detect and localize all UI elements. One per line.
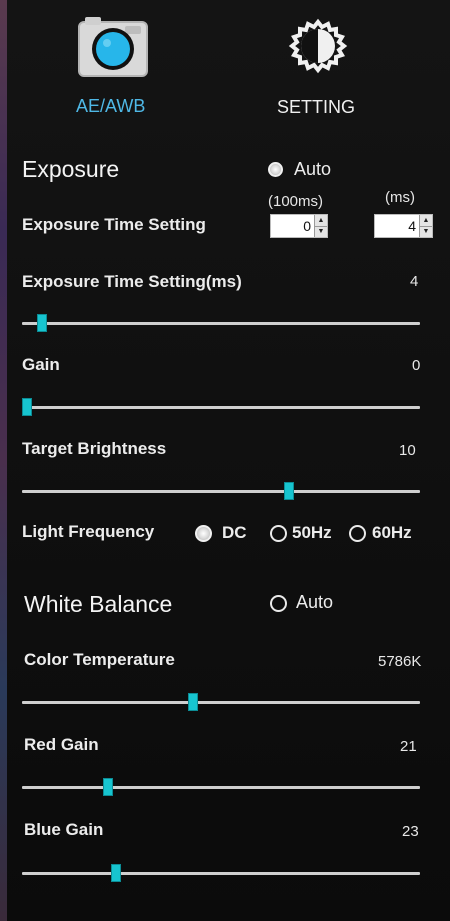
slider-thumb[interactable] <box>110 864 121 882</box>
light-frequency-dc-label[interactable]: DC <box>222 523 247 543</box>
white-balance-auto-radio[interactable] <box>270 595 287 612</box>
background-edge <box>0 0 7 921</box>
spin-down-icon[interactable]: ▼ <box>420 227 432 238</box>
exposure-time-ms-slider[interactable] <box>22 314 420 332</box>
light-frequency-dc-radio[interactable] <box>195 525 212 542</box>
slider-thumb[interactable] <box>22 398 32 416</box>
tab-ae-awb-label[interactable]: AE/AWB <box>76 96 145 117</box>
spin-up-icon[interactable]: ▲ <box>315 215 327 227</box>
spin-up-icon[interactable]: ▲ <box>420 215 432 227</box>
exposure-time-ms-label: Exposure Time Setting(ms) <box>22 272 242 291</box>
slider-thumb[interactable] <box>188 693 199 711</box>
color-temperature-label: Color Temperature <box>24 650 175 669</box>
red-gain-value: 21 <box>400 738 417 755</box>
ae-awb-panel: AE/AWB SETTING Exposure Auto (100ms) (ms… <box>0 0 450 921</box>
exposure-fine-arrows[interactable]: ▲ ▼ <box>419 215 432 237</box>
target-brightness-slider[interactable] <box>22 482 420 500</box>
camera-icon <box>78 17 148 77</box>
tab-setting[interactable] <box>280 16 356 86</box>
exposure-auto-radio[interactable] <box>268 162 283 177</box>
exposure-coarse-unit: (100ms) <box>268 193 324 210</box>
exposure-coarse-stepper[interactable]: 0 ▲ ▼ <box>270 214 328 238</box>
white-balance-title: White Balance <box>24 591 173 617</box>
tab-ae-awb[interactable] <box>70 16 156 86</box>
exposure-auto-label[interactable]: Auto <box>294 159 331 180</box>
exposure-fine-unit: (ms) <box>385 189 415 206</box>
slider-thumb[interactable] <box>36 314 47 332</box>
color-temperature-slider[interactable] <box>22 693 420 711</box>
exposure-time-ms-value: 4 <box>410 273 419 290</box>
light-frequency-60hz-label[interactable]: 60Hz <box>372 523 412 543</box>
exposure-time-setting-label: Exposure Time Setting <box>22 215 206 234</box>
exposure-coarse-arrows[interactable]: ▲ ▼ <box>314 215 327 237</box>
target-brightness-label: Target Brightness <box>22 439 167 458</box>
gain-label: Gain <box>22 355 60 374</box>
spin-down-icon[interactable]: ▼ <box>315 227 327 238</box>
light-frequency-50hz-label[interactable]: 50Hz <box>292 523 332 543</box>
light-frequency-50hz-radio[interactable] <box>270 525 287 542</box>
gain-slider[interactable] <box>22 398 420 416</box>
exposure-fine-value[interactable]: 4 <box>408 218 419 234</box>
color-temperature-value: 5786K <box>378 653 422 670</box>
light-frequency-label: Light Frequency <box>22 522 155 541</box>
contrast-gear-icon <box>288 18 348 74</box>
gain-value: 0 <box>412 357 421 374</box>
tab-setting-label[interactable]: SETTING <box>277 97 355 118</box>
exposure-coarse-value[interactable]: 0 <box>303 218 314 234</box>
light-frequency-60hz-radio[interactable] <box>349 525 366 542</box>
blue-gain-value: 23 <box>402 823 419 840</box>
white-balance-auto-label[interactable]: Auto <box>296 592 333 613</box>
target-brightness-value: 10 <box>399 442 416 459</box>
red-gain-label: Red Gain <box>24 735 99 754</box>
slider-thumb[interactable] <box>283 482 294 500</box>
red-gain-slider[interactable] <box>22 778 420 796</box>
slider-thumb[interactable] <box>102 778 113 796</box>
blue-gain-slider[interactable] <box>22 864 420 882</box>
exposure-title: Exposure <box>22 156 120 182</box>
blue-gain-label: Blue Gain <box>24 820 104 839</box>
exposure-fine-stepper[interactable]: 4 ▲ ▼ <box>374 214 433 238</box>
